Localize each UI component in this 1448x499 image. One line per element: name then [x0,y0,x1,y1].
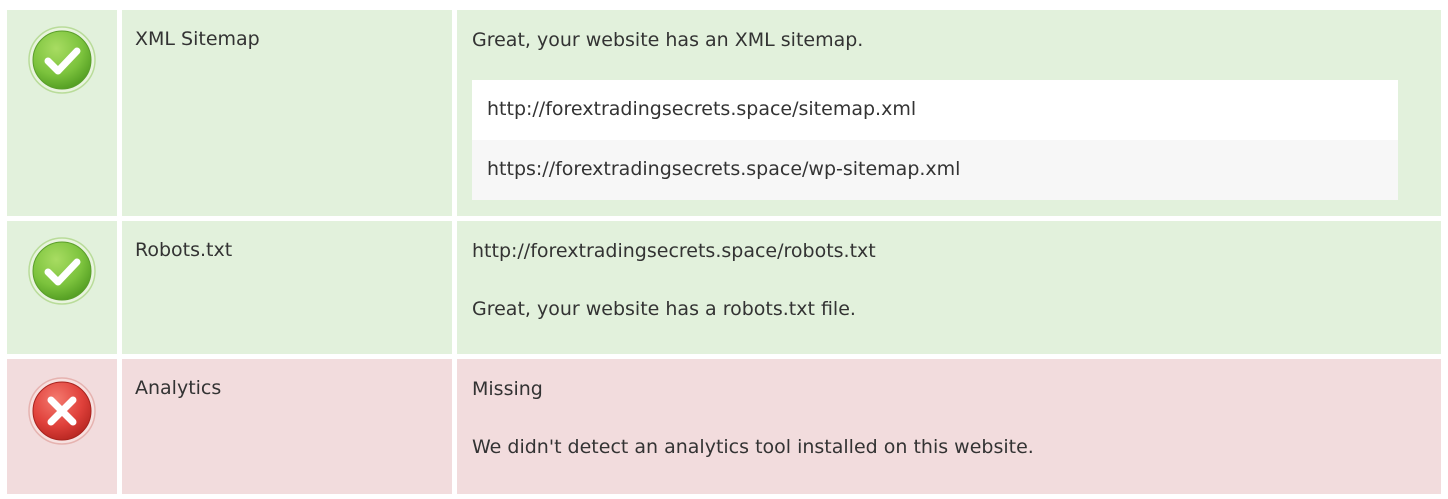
check-message: Great, your website has an XML sitemap. [472,29,864,51]
seo-check-table: XML Sitemap Great, your website has an X… [7,10,1441,499]
check-row-robots-txt: Robots.txt http://forextradingsecrets.sp… [7,221,1441,354]
status-cell [7,221,117,354]
check-message: We didn't detect an analytics tool insta… [472,436,1034,458]
check-status-text: Missing [472,378,543,400]
x-circle-icon [28,377,96,445]
status-cell [7,359,117,494]
check-circle-icon [28,26,96,94]
check-message: Great, your website has a robots.txt fil… [472,298,856,320]
check-detail: Missing We didn't detect an analytics to… [457,359,1441,494]
check-row-xml-sitemap: XML Sitemap Great, your website has an X… [7,10,1441,216]
check-name: Analytics [122,359,452,494]
check-detail: http://forextradingsecrets.space/robots.… [457,221,1441,354]
check-row-analytics: Analytics Missing We didn't detect an an… [7,359,1441,494]
check-circle-icon [28,237,96,305]
sitemap-url[interactable]: https://forextradingsecrets.space/wp-sit… [472,140,1398,200]
sitemap-list: http://forextradingsecrets.space/sitemap… [472,80,1398,200]
robots-url[interactable]: http://forextradingsecrets.space/robots.… [472,239,1401,263]
check-name: Robots.txt [122,221,452,354]
sitemap-url[interactable]: http://forextradingsecrets.space/sitemap… [472,80,1398,140]
check-name: XML Sitemap [122,10,452,216]
status-cell [7,10,117,216]
check-detail: Great, your website has an XML sitemap. … [457,10,1441,216]
